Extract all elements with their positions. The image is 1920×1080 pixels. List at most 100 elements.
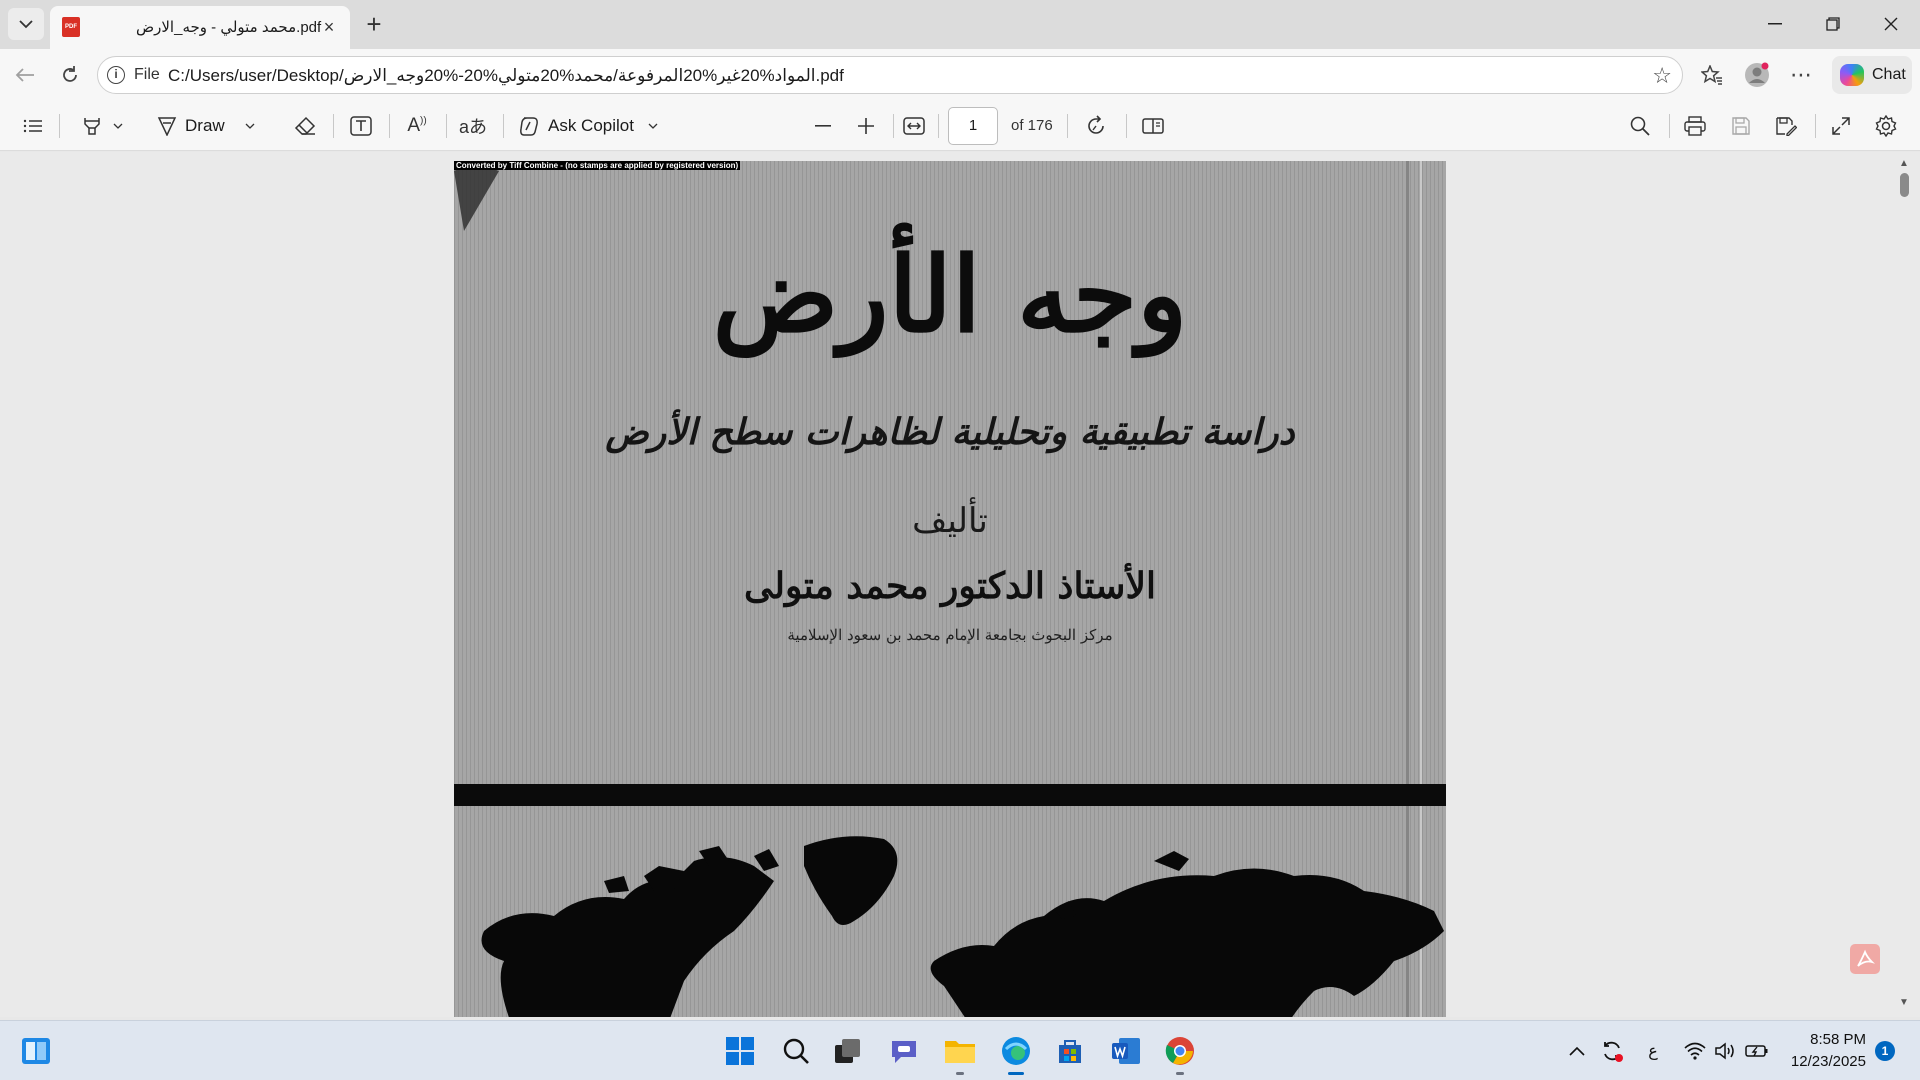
word-logo-icon xyxy=(1112,1038,1140,1064)
battery-status-button[interactable] xyxy=(1742,1033,1772,1069)
vertical-scrollbar[interactable]: ▲ ▼ xyxy=(1894,152,1914,1017)
expand-icon xyxy=(1832,117,1850,135)
new-tab-button[interactable]: + xyxy=(358,9,390,41)
find-button[interactable] xyxy=(1625,111,1655,141)
add-text-button[interactable] xyxy=(346,111,376,141)
settings-and-more-button[interactable]: ⋯ xyxy=(1784,58,1818,92)
profile-button[interactable] xyxy=(1740,58,1774,92)
rotate-icon xyxy=(1088,115,1104,134)
rotate-button[interactable] xyxy=(1081,111,1111,141)
save-as-icon xyxy=(1776,117,1797,136)
teams-chat-button[interactable] xyxy=(886,1033,922,1069)
copilot-chat-button[interactable]: Chat xyxy=(1832,56,1912,94)
toolbar-divider xyxy=(333,114,334,138)
save-as-button[interactable] xyxy=(1771,111,1801,141)
file-explorer-button[interactable] xyxy=(942,1033,978,1075)
microsoft-store-button[interactable] xyxy=(1052,1033,1088,1069)
sync-icon xyxy=(1604,1041,1623,1062)
notification-count-badge[interactable]: 1 xyxy=(1875,1041,1895,1061)
print-button[interactable] xyxy=(1680,111,1710,141)
widgets-button[interactable] xyxy=(18,1033,54,1069)
erase-button[interactable] xyxy=(290,111,320,141)
tab-actions-menu-button[interactable] xyxy=(8,8,44,40)
close-window-button[interactable] xyxy=(1868,6,1914,42)
windows-taskbar: ع 8:58 PM 12/23/2025 1 xyxy=(0,1020,1920,1080)
chrome-browser-button[interactable] xyxy=(1162,1033,1198,1075)
translate-icon: aあ xyxy=(458,117,487,137)
close-tab-icon[interactable]: × xyxy=(320,18,338,36)
pdf-file-icon: PDF xyxy=(62,17,80,37)
task-view-button[interactable] xyxy=(830,1033,866,1069)
edge-logo-icon xyxy=(1002,1037,1030,1065)
word-app-button[interactable] xyxy=(1108,1033,1144,1069)
toolbar-divider xyxy=(1815,114,1816,138)
zoom-in-button[interactable] xyxy=(851,111,881,141)
clock-date[interactable]: 12/23/2025 xyxy=(1782,1053,1866,1070)
start-button[interactable] xyxy=(722,1033,758,1069)
url-text[interactable]: C:/Users/user/Desktop/المواد%20غير%20الم… xyxy=(168,66,844,86)
pdf-page: Converted by Tiff Combine - (no stamps a… xyxy=(454,161,1446,1017)
wifi-status-button[interactable] xyxy=(1680,1033,1710,1069)
page-view-button[interactable] xyxy=(1138,111,1168,141)
minus-icon xyxy=(815,125,831,127)
translate-button[interactable]: aあ xyxy=(458,111,488,141)
table-of-contents-button[interactable] xyxy=(18,111,48,141)
scrollbar-thumb[interactable] xyxy=(1900,173,1909,197)
chevron-down-icon xyxy=(245,123,255,129)
clock-time[interactable]: 8:58 PM xyxy=(1790,1031,1866,1048)
pdf-toolbar: Draw A)) aあ Ask Copilot 1 of 176 xyxy=(0,101,1920,151)
highlighter-icon xyxy=(84,118,100,135)
read-aloud-button[interactable]: A)) xyxy=(402,111,432,141)
full-screen-button[interactable] xyxy=(1826,111,1856,141)
page-number-input[interactable]: 1 xyxy=(948,107,998,145)
cover-divider-band xyxy=(454,784,1446,806)
scroll-up-arrow-icon[interactable]: ▲ xyxy=(1899,158,1909,169)
save-button[interactable] xyxy=(1726,111,1756,141)
copilot-icon xyxy=(1840,64,1864,86)
highlight-button[interactable] xyxy=(72,111,132,141)
save-disk-icon xyxy=(1732,117,1750,135)
speaker-icon xyxy=(1715,1042,1734,1060)
toolbar-divider xyxy=(503,114,504,138)
browser-tab-active[interactable]: PDF محمد متولي - وجه_الارض.pdf × xyxy=(50,6,350,49)
favorite-star-icon[interactable]: ☆ xyxy=(1652,63,1672,89)
minimize-button[interactable] xyxy=(1752,6,1798,42)
back-button[interactable] xyxy=(8,58,42,92)
input-language-button[interactable]: ع xyxy=(1638,1033,1668,1069)
toolbar-divider xyxy=(59,114,60,138)
book-title: وجه الأرض xyxy=(712,233,1188,356)
refresh-button[interactable] xyxy=(53,58,87,92)
restore-button[interactable] xyxy=(1810,6,1856,42)
navigation-bar: i File C:/Users/user/Desktop/المواد%20غي… xyxy=(0,49,1920,101)
pdf-settings-button[interactable] xyxy=(1871,111,1901,141)
draw-button[interactable]: Draw xyxy=(157,111,269,141)
zoom-out-button[interactable] xyxy=(808,111,838,141)
wifi-icon xyxy=(1684,1042,1706,1060)
adobe-acrobat-icon[interactable] xyxy=(1850,944,1880,974)
scroll-down-arrow-icon[interactable]: ▼ xyxy=(1899,997,1909,1008)
pdf-viewport[interactable]: Converted by Tiff Combine - (no stamps a… xyxy=(0,152,1920,1017)
book-subtitle: دراسة تطبيقية وتحليلية لظاهرات سطح الأرض xyxy=(605,411,1295,453)
scan-converter-banner: Converted by Tiff Combine - (no stamps a… xyxy=(454,161,741,170)
chevron-up-icon xyxy=(1569,1046,1585,1056)
printer-icon xyxy=(1684,116,1706,136)
refresh-icon xyxy=(63,66,77,82)
edge-browser-button[interactable] xyxy=(998,1033,1034,1075)
ask-copilot-button[interactable]: Ask Copilot xyxy=(518,111,673,141)
volume-button[interactable] xyxy=(1710,1033,1740,1069)
toolbar-divider xyxy=(1067,114,1068,138)
fit-to-width-button[interactable] xyxy=(899,111,929,141)
search-taskbar-button[interactable] xyxy=(778,1033,814,1069)
address-bar[interactable]: i File C:/Users/user/Desktop/المواد%20غي… xyxy=(97,56,1683,94)
chat-label: Chat xyxy=(1872,66,1906,83)
favorites-button[interactable] xyxy=(1695,58,1729,92)
site-info-icon[interactable]: i xyxy=(107,66,125,84)
show-hidden-icons-button[interactable] xyxy=(1562,1033,1592,1069)
more-dots-icon: ⋯ xyxy=(1790,62,1812,87)
sync-status-button[interactable] xyxy=(1596,1033,1628,1069)
chevron-down-icon xyxy=(648,123,658,129)
draw-pen-icon xyxy=(157,117,177,136)
url-scheme-label: File xyxy=(134,66,160,83)
active-app-indicator xyxy=(1008,1072,1024,1075)
arrow-left-icon xyxy=(15,68,34,82)
